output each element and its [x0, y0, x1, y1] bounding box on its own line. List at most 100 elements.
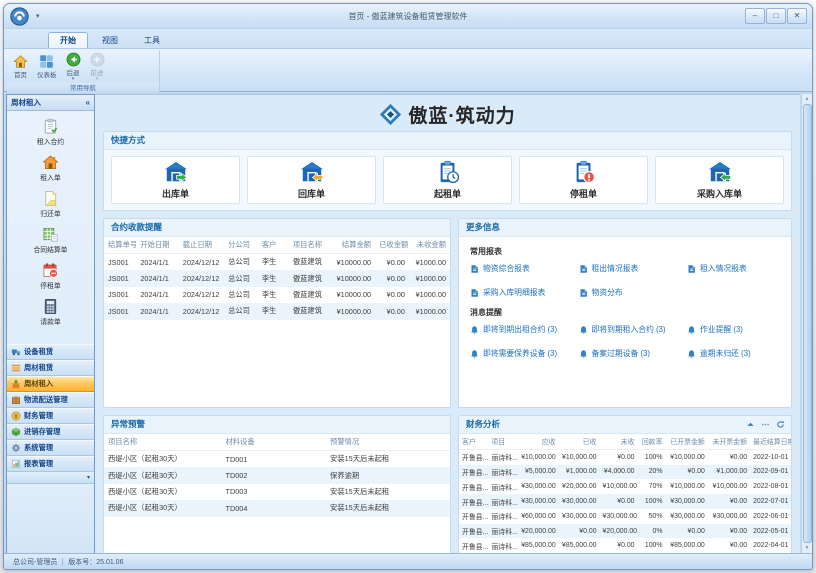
sidebar-tool-return-order[interactable]: 归还单: [40, 190, 60, 218]
sidebar-tool-rent-in-order[interactable]: 租入单: [40, 154, 60, 182]
scroll-up-icon[interactable]: ▲: [805, 96, 810, 102]
sidebar-nav-system-management[interactable]: 系统管理: [7, 440, 94, 456]
column-header[interactable]: 应收: [518, 434, 559, 449]
column-header[interactable]: 未收: [600, 434, 638, 449]
column-header[interactable]: 客户: [459, 434, 488, 449]
report-link[interactable]: 物资分布: [579, 287, 688, 298]
table-row[interactable]: JS0012024/1/12024/12/12总公司李生傲蓝建筑¥10000.0…: [104, 303, 450, 319]
report-link[interactable]: 采购入库明细报表: [470, 287, 579, 298]
table-row[interactable]: 开鲁县...丽诗科...¥85,000.00¥85,000.00¥0.00100…: [459, 538, 791, 553]
sidebar-nav-material-rent-in[interactable]: 周材租入: [7, 376, 94, 392]
report-link[interactable]: 租出情况报表: [579, 263, 688, 274]
dashboard-button[interactable]: 仪表板: [34, 53, 60, 80]
sidebar-nav-inventory-management[interactable]: 进销存管理: [7, 424, 94, 440]
chevron-down-icon: ▾: [72, 77, 75, 81]
close-button[interactable]: ✕: [787, 8, 807, 24]
report-doc-icon: [579, 264, 588, 274]
table-row[interactable]: 开鲁县...丽诗科...¥20,000.00¥0.00¥20,000.000%¥…: [459, 524, 791, 539]
column-header[interactable]: 已收金额: [375, 237, 409, 254]
sidebar-nav-equipment-rental[interactable]: 设备租赁: [7, 344, 94, 360]
vertical-scrollbar[interactable]: ▲ ▼: [801, 94, 812, 553]
chevron-down-icon[interactable]: ▾: [87, 474, 90, 481]
sidebar-nav-logistics-management[interactable]: 物流配送管理: [7, 392, 94, 408]
quick-access-toolbar[interactable]: ▾: [36, 12, 40, 20]
sidebar-tool-contract-settlement[interactable]: 合同结算单: [34, 226, 68, 254]
table-row[interactable]: 西堤小区（起租30天）TD002保养逾期: [104, 467, 450, 483]
column-header[interactable]: 项目名称: [104, 434, 221, 451]
column-header[interactable]: 材料设备: [221, 434, 326, 451]
table-row[interactable]: JS0012024/1/12024/12/12总公司李生傲蓝建筑¥10000.0…: [104, 254, 450, 271]
shortcut-outbound-order-button[interactable]: 出库单: [111, 156, 240, 204]
logistics-icon: [11, 395, 21, 405]
table-cell: 西堤小区（起租30天）: [104, 484, 221, 500]
table-cell: ¥10000.00: [330, 303, 375, 319]
table-row[interactable]: 西堤小区（起租30天）TD003安装15天后未起租: [104, 484, 450, 500]
table-cell: JS001: [104, 287, 136, 303]
column-header[interactable]: 结算金额: [330, 237, 375, 254]
refresh-icon[interactable]: [776, 420, 785, 429]
more-info-title: 更多信息: [459, 219, 791, 237]
table-row[interactable]: 西堤小区（起租30天）TD001安装15天后未起租: [104, 451, 450, 468]
column-header[interactable]: 未开票金额: [708, 434, 750, 449]
column-header[interactable]: 分公司: [224, 237, 258, 254]
table-row[interactable]: JS0012024/1/12024/12/12总公司李生傲蓝建筑¥10000.0…: [104, 287, 450, 303]
message-link[interactable]: 即将需要保养设备 (3): [470, 348, 579, 359]
sidebar-nav-material-rental[interactable]: 周材租赁: [7, 360, 94, 376]
column-header[interactable]: 截止日期: [179, 237, 224, 254]
message-link-label: 作业提醒 (3): [700, 324, 743, 335]
message-link[interactable]: 备案过期设备 (3): [579, 348, 688, 359]
message-link[interactable]: 逾期未归还 (3): [687, 348, 780, 359]
shortcut-purchase-inbound-order-button[interactable]: 采购入库单: [655, 156, 784, 204]
report-link[interactable]: 租入情况报表: [687, 263, 780, 274]
contract-reminder-table: 结算单号开始日期截止日期分公司客户项目名称结算金额已收金额未收金额JS00120…: [104, 237, 450, 320]
forward-button[interactable]: 前进▾: [87, 51, 108, 82]
table-row[interactable]: JS0012024/1/12024/12/12总公司李生傲蓝建筑¥10000.0…: [104, 270, 450, 286]
shortcut-start-rent-order-button[interactable]: 起租单: [383, 156, 512, 204]
maximize-button[interactable]: □: [766, 8, 786, 24]
column-header[interactable]: 已开票金额: [666, 434, 708, 449]
table-row[interactable]: 开鲁县...丽诗科...¥30,000.00¥20,000.00¥10,000.…: [459, 479, 791, 494]
column-header[interactable]: 结算单号: [104, 237, 136, 254]
shortcut-stop-rent-order-button[interactable]: 停租单: [519, 156, 648, 204]
sidebar-nav-label: 周材租赁: [24, 363, 53, 373]
column-header[interactable]: 项目: [488, 434, 517, 449]
ribbon-tab-3[interactable]: 工具: [132, 32, 172, 48]
home-button[interactable]: 首页: [10, 53, 31, 80]
report-link[interactable]: 物资综合报表: [470, 263, 579, 274]
message-link[interactable]: 作业提醒 (3): [687, 324, 780, 335]
sidebar-nav-report-management[interactable]: 报表管理: [7, 456, 94, 472]
message-link-label: 即将到期出租合约 (3): [483, 324, 557, 335]
table-cell: 西堤小区（起租30天）: [104, 451, 221, 468]
column-header[interactable]: 预警情况: [326, 434, 450, 451]
table-row[interactable]: 开鲁县...丽诗科...¥30,000.00¥30,000.00¥0.00100…: [459, 494, 791, 509]
scrollbar-thumb[interactable]: [803, 104, 812, 543]
back-button[interactable]: 后退▾: [63, 51, 84, 82]
shortcut-inbound-return-order-button[interactable]: 回库单: [247, 156, 376, 204]
message-link[interactable]: 即将到期出租合约 (3): [470, 324, 579, 335]
column-header[interactable]: 未收金额: [409, 237, 450, 254]
scroll-down-icon[interactable]: ▼: [805, 545, 810, 551]
column-header[interactable]: 开始日期: [136, 237, 178, 254]
sidebar-tool-payment-request[interactable]: 请款单: [40, 298, 60, 326]
message-link[interactable]: 即将到期租入合约 (3): [579, 324, 688, 335]
collapse-panel-icon[interactable]: «: [86, 98, 90, 107]
sidebar-tool-rent-in-contract[interactable]: 租入合约: [37, 118, 64, 146]
minimize-button[interactable]: –: [745, 8, 765, 24]
table-row[interactable]: 开鲁县...丽诗科...¥60,000.00¥30,000.00¥30,000.…: [459, 509, 791, 524]
table-row[interactable]: 西堤小区（起租30天）TD004安装15天后未起租: [104, 500, 450, 516]
ribbon-tab-1[interactable]: 开始: [48, 32, 88, 48]
sidebar-tool-stop-rent-order[interactable]: 停租单: [40, 262, 60, 290]
column-header[interactable]: 回款率: [638, 434, 666, 449]
column-header[interactable]: 客户: [258, 237, 289, 254]
app-menu-button[interactable]: [10, 7, 29, 26]
column-header[interactable]: 已收: [559, 434, 600, 449]
table-row[interactable]: 开鲁县...丽诗科...¥10,000.00¥10,000.00¥0.00100…: [459, 449, 791, 464]
sidebar-nav-finance-management[interactable]: 财务管理: [7, 408, 94, 424]
ribbon-tab-2[interactable]: 视图: [90, 32, 130, 48]
column-header[interactable]: 项目名称: [289, 237, 330, 254]
column-header[interactable]: 最近结算日期: [750, 434, 791, 449]
collapse-icon[interactable]: [746, 420, 755, 429]
more-icon[interactable]: [761, 420, 770, 429]
sidebar-nav-footer[interactable]: ▾: [7, 472, 94, 484]
table-row[interactable]: 开鲁县...丽诗科...¥5,000.00¥1,000.00¥4,000.002…: [459, 465, 791, 480]
